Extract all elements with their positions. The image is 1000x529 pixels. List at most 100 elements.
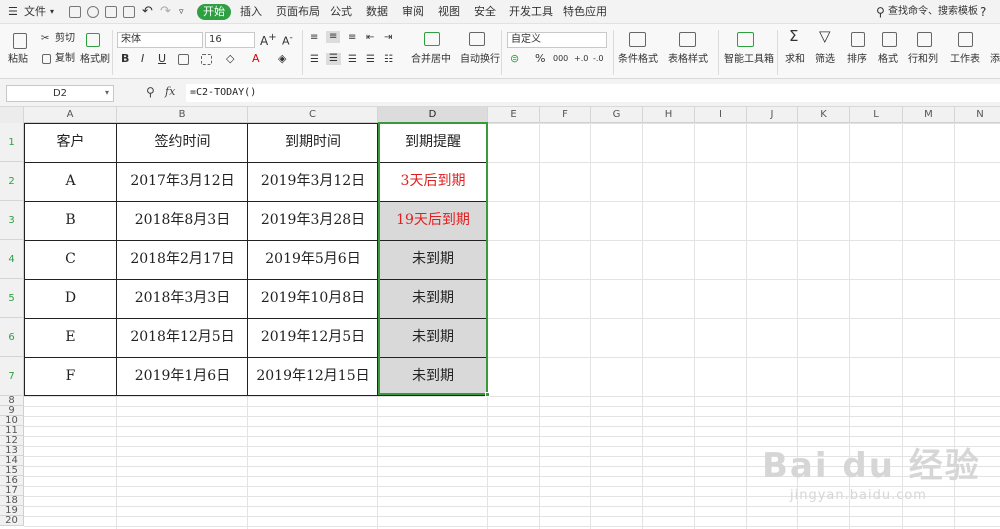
cell-c5[interactable]: 2019年10月8日 <box>248 279 378 318</box>
column-header-b[interactable]: B <box>117 107 248 123</box>
decrease-decimal-icon[interactable]: -.0 <box>593 53 604 65</box>
increase-font-icon[interactable]: A+ <box>260 32 277 47</box>
column-header-c[interactable]: C <box>248 107 378 123</box>
select-all-corner[interactable] <box>0 107 24 123</box>
name-box-chevron-icon[interactable]: ▾ <box>105 88 109 97</box>
cell-c7[interactable]: 2019年12月15日 <box>248 357 378 396</box>
align-left-icon[interactable]: ☰ <box>310 54 319 66</box>
tab-review[interactable]: 审阅 <box>402 0 424 24</box>
align-middle-icon[interactable]: ≡ <box>326 31 341 43</box>
column-header-i[interactable]: I <box>695 107 747 123</box>
format-icon[interactable] <box>882 32 897 47</box>
cell-a3[interactable]: B <box>24 201 117 240</box>
justify-icon[interactable]: ☰ <box>366 54 375 66</box>
cell-b7[interactable]: 2019年1月6日 <box>117 357 248 396</box>
cell-c1[interactable]: 到期时间 <box>248 123 378 162</box>
thousands-icon[interactable]: 000 <box>553 53 568 65</box>
cell-a4[interactable]: C <box>24 240 117 279</box>
copy-icon[interactable] <box>42 54 51 64</box>
cell-c4[interactable]: 2019年5月6日 <box>248 240 378 279</box>
cell-b6[interactable]: 2018年12月5日 <box>117 318 248 357</box>
underline-icon[interactable]: U <box>158 53 166 65</box>
column-header-k[interactable]: K <box>798 107 850 123</box>
worksheet-icon[interactable] <box>958 32 973 47</box>
redo-icon[interactable]: ↷ <box>160 0 171 24</box>
undo-icon[interactable]: ↶ <box>142 0 153 24</box>
cell-c6[interactable]: 2019年12月5日 <box>248 318 378 357</box>
column-header-e[interactable]: E <box>488 107 540 123</box>
filter-icon[interactable]: ▽ <box>819 29 831 44</box>
align-center-icon[interactable]: ☰ <box>326 53 341 65</box>
sort-icon[interactable] <box>851 32 865 47</box>
align-right-icon[interactable]: ☰ <box>348 54 357 66</box>
distributed-icon[interactable]: ☷ <box>384 54 393 66</box>
merge-center-icon[interactable] <box>424 32 440 46</box>
cell-a6[interactable]: E <box>24 318 117 357</box>
row-header-7[interactable]: 7 <box>0 357 24 396</box>
tab-insert[interactable]: 插入 <box>240 0 262 24</box>
cell-a7[interactable]: F <box>24 357 117 396</box>
cell-a5[interactable]: D <box>24 279 117 318</box>
smart-toolbox-button[interactable]: 智能工具箱 <box>724 54 774 66</box>
table-style-button[interactable]: 表格样式 <box>668 54 708 66</box>
paste-button[interactable]: 粘贴 <box>8 54 28 66</box>
file-menu-chevron-icon[interactable]: ▾ <box>50 0 54 24</box>
merge-center-button[interactable]: 合并居中 <box>411 54 451 66</box>
column-header-j[interactable]: J <box>747 107 798 123</box>
tab-special[interactable]: 特色应用 <box>563 0 607 24</box>
row-header-6[interactable]: 6 <box>0 318 24 357</box>
indent-decrease-icon[interactable]: ⇤ <box>366 32 374 44</box>
name-box[interactable]: D2 <box>6 85 114 102</box>
cell-d3[interactable]: 19天后到期 <box>378 201 488 240</box>
number-format-select[interactable]: 自定义 <box>507 32 607 48</box>
wrap-text-icon[interactable] <box>469 32 485 46</box>
sum-icon[interactable]: Σ <box>789 29 798 44</box>
cell-c2[interactable]: 2019年3月12日 <box>248 162 378 201</box>
cell-b5[interactable]: 2018年3月3日 <box>117 279 248 318</box>
search-icon[interactable]: ⚲ <box>876 0 885 24</box>
cell-b3[interactable]: 2018年8月3日 <box>117 201 248 240</box>
column-header-f[interactable]: F <box>540 107 591 123</box>
font-color-icon[interactable]: A <box>252 53 260 65</box>
row-header-20[interactable]: 20 <box>0 516 24 526</box>
rows-cols-icon[interactable] <box>917 32 932 47</box>
row-header-3[interactable]: 3 <box>0 201 24 240</box>
formula-input[interactable]: =C2-TODAY() <box>186 84 1000 102</box>
cell-d5[interactable]: 未到期 <box>378 279 488 318</box>
cell-a1[interactable]: 客户 <box>24 123 117 162</box>
row-header-5[interactable]: 5 <box>0 279 24 318</box>
toolbox-icon[interactable] <box>737 32 754 47</box>
cut-button[interactable]: 剪切 <box>55 33 75 45</box>
file-menu[interactable]: 文件 <box>24 0 46 24</box>
column-header-n[interactable]: N <box>955 107 1000 123</box>
cell-c3[interactable]: 2019年3月28日 <box>248 201 378 240</box>
sum-button[interactable]: 求和 <box>785 54 805 66</box>
fx-icon[interactable]: fx <box>165 85 175 98</box>
export-icon[interactable] <box>87 6 99 18</box>
font-name-select[interactable]: 宋体 <box>117 32 203 48</box>
italic-icon[interactable]: I <box>141 53 144 65</box>
rows-cols-button[interactable]: 行和列 <box>908 54 938 66</box>
paste-icon[interactable] <box>13 33 27 49</box>
print-icon[interactable] <box>105 6 117 18</box>
tab-developer[interactable]: 开发工具 <box>509 0 553 24</box>
quick-access-dropdown-icon[interactable]: ▿ <box>179 0 184 24</box>
percent-icon[interactable]: % <box>535 53 545 65</box>
command-search-input[interactable]: 查找命令、搜索模板 <box>888 0 978 24</box>
column-header-a[interactable]: A <box>24 107 117 123</box>
zoom-search-icon[interactable]: ⚲ <box>146 85 155 99</box>
conditional-format-button[interactable]: 条件格式 <box>618 54 658 66</box>
cell-a2[interactable]: A <box>24 162 117 201</box>
increase-decimal-icon[interactable]: +.0 <box>574 53 588 65</box>
cell-b4[interactable]: 2018年2月17日 <box>117 240 248 279</box>
tab-formulas[interactable]: 公式 <box>330 0 352 24</box>
column-header-g[interactable]: G <box>591 107 643 123</box>
conditional-format-icon[interactable] <box>629 32 646 47</box>
sort-button[interactable]: 排序 <box>847 54 867 66</box>
align-top-icon[interactable]: ≡ <box>310 32 318 44</box>
filter-button[interactable]: 筛选 <box>815 54 835 66</box>
cell-d7[interactable]: 未到期 <box>378 357 488 396</box>
cell-b1[interactable]: 签约时间 <box>117 123 248 162</box>
cut-icon[interactable]: ✂ <box>41 33 49 45</box>
cell-d6[interactable]: 未到期 <box>378 318 488 357</box>
